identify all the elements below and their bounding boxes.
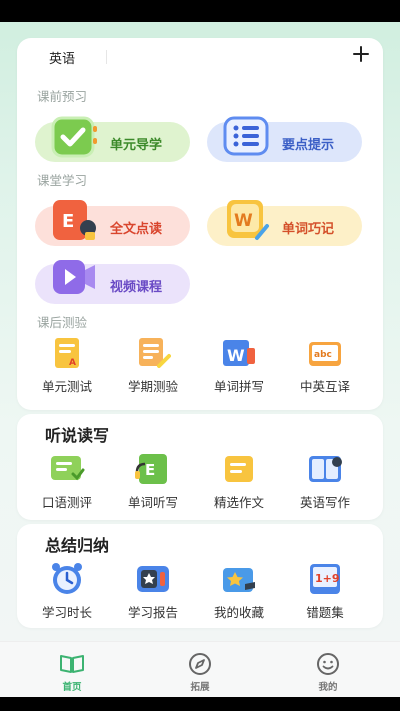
speaking-eval-button[interactable]: 口语测评 — [27, 452, 107, 512]
key-points-button[interactable]: 要点提示 — [207, 116, 362, 162]
unit-guide-button[interactable]: 单元导学 — [35, 116, 190, 162]
mistakes-book-icon: 1+9 — [310, 564, 340, 594]
svg-text:abc: abc — [314, 350, 332, 360]
grid-label: 错题集 — [306, 605, 344, 620]
compass-icon — [189, 653, 211, 675]
section-label-after: 课后测验 — [37, 315, 88, 330]
pill-label: 要点提示 — [282, 138, 335, 153]
tab-explore[interactable]: 拓展 — [170, 652, 230, 693]
course-card: 英语 课前预习 单元导学 要点提示 课堂学习 E 全文点读 W 单词巧记 视频课… — [17, 38, 383, 410]
speaking-icon — [51, 456, 85, 481]
favorites-icon — [223, 568, 255, 592]
unit-test-button[interactable]: A 单元测试 — [27, 336, 107, 396]
section-label-preview: 课前预习 — [37, 89, 88, 104]
grid-label: 学习时长 — [41, 605, 92, 620]
translation-button[interactable]: abc 中英互译 — [285, 336, 365, 396]
word-memory-button[interactable]: W 单词巧记 — [207, 200, 362, 246]
exam-paper-icon — [139, 338, 171, 368]
subject-tab[interactable]: 英语 — [49, 48, 75, 67]
grid-label: 学期测验 — [127, 379, 178, 394]
writing-icon — [309, 456, 342, 482]
pill-label: 视频课程 — [110, 280, 163, 295]
dictation-icon: E — [135, 454, 167, 484]
svg-text:A: A — [69, 358, 76, 368]
english-writing-button[interactable]: 英语写作 — [285, 452, 365, 512]
tab-mine[interactable]: 我的 — [298, 652, 358, 693]
reading-pen-icon: E — [53, 200, 96, 240]
svg-text:W: W — [227, 346, 245, 365]
smiley-icon — [317, 653, 339, 675]
word-dictation-button[interactable]: E 单词听写 — [113, 452, 193, 512]
grid-label: 单词拼写 — [213, 379, 264, 394]
selected-essays-button[interactable]: 精选作文 — [199, 452, 279, 512]
video-camera-icon — [53, 260, 95, 294]
study-report-button[interactable]: 学习报告 — [113, 562, 193, 622]
section-label-classroom: 课堂学习 — [37, 173, 88, 188]
bottom-tab-bar: 首页 拓展 我的 — [0, 641, 400, 697]
system-nav-bar — [0, 697, 400, 711]
svg-text:E: E — [145, 461, 155, 479]
grid-label: 精选作文 — [213, 495, 264, 510]
grid-label: 单元测试 — [41, 379, 92, 394]
grid-label: 英语写作 — [299, 495, 350, 510]
svg-text:E: E — [62, 211, 74, 232]
grid-label: 中英互译 — [299, 379, 350, 394]
mistakes-collection-button[interactable]: 1+9 错题集 — [285, 562, 365, 622]
listening-card: 听说读写 口语测评 E 单词听写 精选作文 英语写作 — [17, 414, 383, 520]
study-duration-button[interactable]: 学习时长 — [27, 562, 107, 622]
translation-icon: abc — [309, 342, 341, 366]
video-course-button[interactable]: 视频课程 — [35, 260, 190, 304]
my-favorites-button[interactable]: 我的收藏 — [199, 562, 279, 622]
test-paper-icon: A — [55, 338, 79, 368]
tab-label: 首页 — [62, 682, 82, 693]
word-spelling-button[interactable]: W 单词拼写 — [199, 336, 279, 396]
add-subject-button[interactable] — [349, 42, 373, 66]
svg-text:1+9: 1+9 — [315, 572, 340, 585]
grid-label: 我的收藏 — [213, 605, 264, 620]
word-notebook-icon: W — [227, 200, 269, 240]
svg-text:W: W — [234, 211, 253, 231]
book-icon — [60, 655, 84, 673]
card-title-listening: 听说读写 — [45, 426, 110, 445]
card-title-summary: 总结归纳 — [45, 536, 110, 555]
pill-label: 单词巧记 — [282, 222, 335, 237]
divider — [106, 50, 107, 64]
list-icon — [223, 116, 269, 156]
spelling-icon: W — [223, 340, 255, 366]
tab-home[interactable]: 首页 — [42, 652, 102, 693]
clock-icon — [52, 563, 82, 594]
pill-label: 单元导学 — [110, 138, 163, 153]
pill-label: 全文点读 — [110, 222, 163, 237]
grid-label: 口语测评 — [41, 495, 92, 510]
grid-label: 单词听写 — [127, 495, 178, 510]
checkmark-book-icon — [51, 116, 97, 158]
status-bar — [0, 0, 400, 22]
essay-icon — [225, 456, 253, 482]
semester-exam-button[interactable]: 学期测验 — [113, 336, 193, 396]
tab-label: 我的 — [318, 682, 338, 693]
read-aloud-button[interactable]: E 全文点读 — [35, 200, 190, 246]
grid-label: 学习报告 — [127, 605, 178, 620]
summary-card: 总结归纳 学习时长 学习报告 我的收藏 1+9 错题集 — [17, 524, 383, 628]
report-icon — [137, 566, 169, 592]
tab-label: 拓展 — [190, 682, 210, 693]
